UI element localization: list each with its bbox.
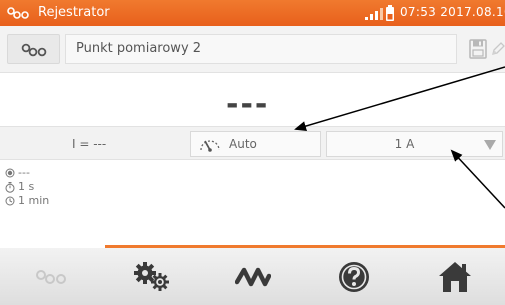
result-display: --- bbox=[0, 74, 505, 126]
interval-info-value: 1 s bbox=[18, 180, 35, 193]
radio-icon bbox=[5, 168, 15, 178]
measurement-info-value: --- bbox=[18, 166, 30, 179]
recorder-mode-button[interactable] bbox=[7, 34, 60, 64]
help-icon bbox=[338, 261, 369, 292]
battery-icon bbox=[386, 5, 394, 21]
measurement-point-name-text: Punkt pomiarowy 2 bbox=[76, 41, 202, 56]
recorder-button[interactable] bbox=[0, 248, 101, 305]
auto-range-icon bbox=[200, 140, 220, 152]
signal-icon bbox=[365, 8, 383, 20]
bottom-toolbar bbox=[0, 248, 505, 305]
home-icon bbox=[438, 261, 471, 292]
waveform-icon bbox=[234, 267, 271, 286]
range-select[interactable]: 1 A bbox=[326, 131, 503, 157]
settings-icon bbox=[133, 261, 169, 291]
recorder-icon bbox=[21, 43, 47, 57]
duration-info: 1 min bbox=[5, 194, 49, 208]
measurement-point-name[interactable]: Punkt pomiarowy 2 bbox=[65, 34, 505, 64]
status-time: 07:53 2017.08.10 bbox=[400, 5, 505, 19]
waveform-button[interactable] bbox=[202, 248, 303, 305]
duration-info-value: 1 min bbox=[18, 194, 50, 207]
current-readout: I = --- bbox=[72, 137, 107, 151]
measurement-info: --- bbox=[5, 166, 49, 180]
result-value: --- bbox=[226, 87, 270, 122]
recorder-icon bbox=[35, 269, 66, 284]
chevron-down-icon bbox=[484, 140, 496, 150]
status-bar: Rejestrator 07:53 2017.08.10 bbox=[0, 0, 505, 26]
pencil-icon[interactable] bbox=[490, 41, 505, 57]
auto-button[interactable]: Auto bbox=[190, 131, 321, 157]
recording-info: --- 1 s 1 min bbox=[5, 166, 49, 208]
home-button[interactable] bbox=[404, 248, 505, 305]
parameter-row: I = --- Auto 1 A bbox=[0, 126, 505, 160]
stopwatch-icon bbox=[5, 181, 15, 193]
settings-button[interactable] bbox=[101, 248, 202, 305]
help-button[interactable] bbox=[303, 248, 404, 305]
recorder-logo-icon bbox=[7, 7, 29, 19]
auto-label: Auto bbox=[229, 137, 257, 151]
save-icon[interactable] bbox=[469, 39, 487, 59]
range-value: 1 A bbox=[394, 137, 415, 151]
clock-icon bbox=[5, 196, 15, 206]
interval-info: 1 s bbox=[5, 180, 49, 194]
measurement-point-bar: Punkt pomiarowy 2 bbox=[0, 26, 505, 73]
app-title: Rejestrator bbox=[38, 5, 110, 20]
